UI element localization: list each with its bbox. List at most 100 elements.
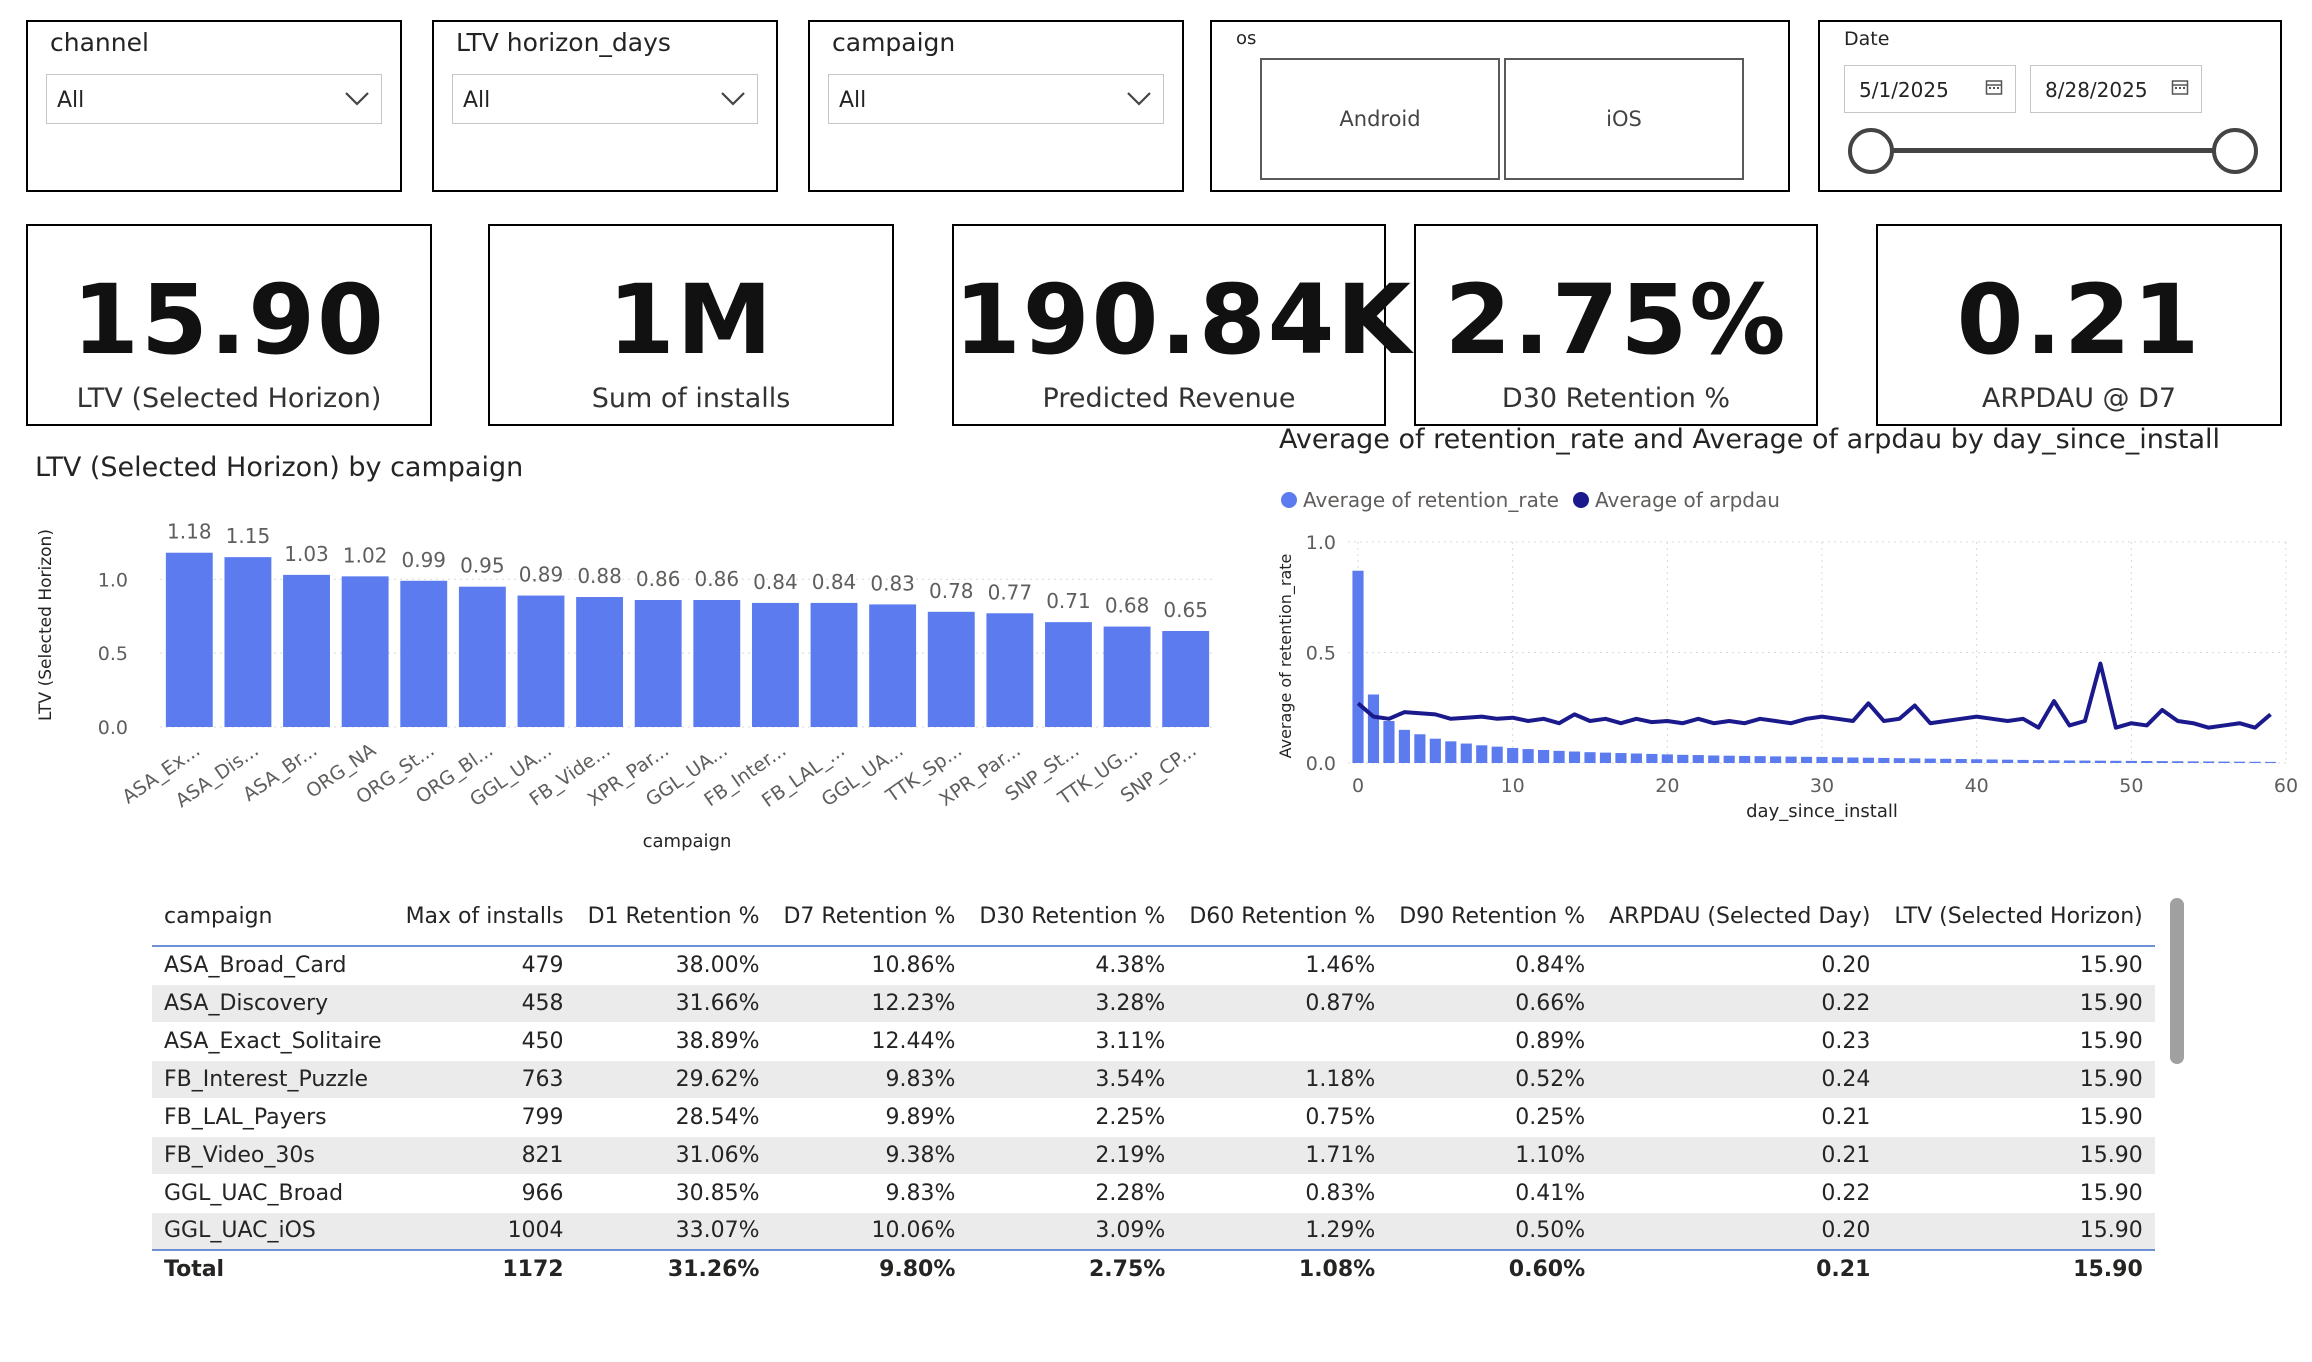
cell-d1: 33.07% xyxy=(575,1212,772,1251)
retention-bar xyxy=(1522,749,1534,763)
date-range-start-handle[interactable] xyxy=(1848,128,1894,174)
date-range-track[interactable] xyxy=(1872,148,2234,153)
column-header-d7[interactable]: D7 Retention % xyxy=(771,888,968,947)
legend-marker-arpdau xyxy=(1572,492,1589,508)
column-header-campaign[interactable]: campaign xyxy=(152,888,394,947)
ltv-by-campaign-chart: 0.00.51.0LTV (Selected Horizon) 1.18ASA_E… xyxy=(36,520,1215,852)
cell-d1: 30.85% xyxy=(575,1174,772,1213)
cell-d60: 1.29% xyxy=(1177,1212,1388,1251)
start-date-input[interactable]: 5/1/2025 xyxy=(1844,65,2016,113)
os-button-android[interactable]: Android xyxy=(1260,58,1500,180)
table-row[interactable]: GGL_UAC_Broad 966 30.85% 9.83% 2.28% 0.83% 0.4… xyxy=(152,1174,2155,1213)
retention-bar xyxy=(2264,761,2277,763)
y-tick-label: 1.0 xyxy=(98,569,128,591)
table-scrollbar[interactable] xyxy=(2170,898,2184,1064)
bar-value-label: 0.84 xyxy=(753,570,798,594)
cell-campaign: ASA_Exact_Solitaire xyxy=(152,1022,394,1061)
x-tick-label: 40 xyxy=(1965,775,1989,797)
kpi-label: LTV (Selected Horizon) xyxy=(76,383,382,414)
x-tick-label: 20 xyxy=(1655,775,1679,797)
column-header-d90[interactable]: D90 Retention % xyxy=(1387,888,1598,947)
ltv-horizon-dropdown[interactable]: All xyxy=(452,74,758,124)
retention-bar xyxy=(1507,747,1519,763)
retention-bar xyxy=(2032,760,2045,763)
bar xyxy=(576,597,624,727)
bar-value-label: 0.89 xyxy=(519,563,564,587)
y-tick-label: 0.5 xyxy=(98,643,128,665)
retention-bar xyxy=(1847,757,1859,763)
retention-bar xyxy=(1955,759,1967,763)
ltv-horizon-slicer-title: LTV horizon_days xyxy=(456,28,671,57)
column-header-ltv[interactable]: LTV (Selected Horizon) xyxy=(1882,888,2155,947)
calendar-icon[interactable] xyxy=(1985,78,2003,96)
bar-value-label: 1.15 xyxy=(226,524,271,548)
column-header-d60[interactable]: D60 Retention % xyxy=(1177,888,1388,947)
kpi-value: 2.75% xyxy=(1444,264,1788,376)
cell-d90: 0.50% xyxy=(1387,1212,1598,1251)
cell-arpdau: 0.22 xyxy=(1597,984,1883,1023)
bar xyxy=(810,602,858,727)
cell-campaign: GGL_UAC_iOS xyxy=(152,1212,394,1251)
cell-arpdau: 0.20 xyxy=(1597,1212,1883,1251)
total-ltv: 15.90 xyxy=(1882,1249,2155,1289)
os-button-ios[interactable]: iOS xyxy=(1504,58,1744,180)
table-row[interactable]: GGL_UAC_iOS 1004 33.07% 10.06% 3.09% 1.29% 0.5… xyxy=(152,1212,2155,1251)
cell-arpdau: 0.20 xyxy=(1597,946,1883,985)
table-row[interactable]: ASA_Discovery 458 31.66% 12.23% 3.28% 0.87% 0.… xyxy=(152,984,2155,1023)
cell-d30: 2.19% xyxy=(967,1136,1178,1175)
cell-d90: 1.10% xyxy=(1387,1136,1598,1175)
retention-bar xyxy=(2187,761,2199,763)
retention-bar xyxy=(1971,759,1983,763)
y-tick-label: 1.0 xyxy=(1306,532,1336,554)
cell-arpdau: 0.21 xyxy=(1597,1136,1883,1175)
table-row[interactable]: FB_LAL_Payers 799 28.54% 9.89% 2.25% 0.75% 0.2… xyxy=(152,1098,2155,1137)
cell-ltv: 15.90 xyxy=(1882,946,2155,985)
table-row[interactable]: ASA_Broad_Card 479 38.00% 10.86% 4.38% 1.46% 0… xyxy=(152,946,2155,985)
retention-bar xyxy=(1692,755,1704,763)
campaign-dropdown[interactable]: All xyxy=(828,74,1164,124)
cell-ltv: 15.90 xyxy=(1882,1174,2155,1213)
total-d1: 31.26% xyxy=(575,1249,772,1289)
retention-bar xyxy=(2048,760,2060,763)
total-d7: 9.80% xyxy=(771,1249,968,1289)
retention-bar xyxy=(2063,760,2076,763)
table-row[interactable]: FB_Video_30s 821 31.06% 9.38% 2.19% 1.71% 1.10… xyxy=(152,1136,2155,1175)
bar xyxy=(517,595,565,727)
date-slicer-title: Date xyxy=(1844,28,1890,50)
bar xyxy=(986,613,1034,727)
cell-d90: 0.84% xyxy=(1387,946,1598,985)
channel-dropdown[interactable]: All xyxy=(46,74,382,124)
bar xyxy=(1045,622,1092,727)
cell-ltv: 15.90 xyxy=(1882,1060,2155,1099)
column-header-arpdau[interactable]: ARPDAU (Selected Day) xyxy=(1597,888,1883,947)
campaign-dropdown-value: All xyxy=(839,88,867,113)
retention-bar xyxy=(1831,757,1844,763)
table-row[interactable]: FB_Interest_Puzzle 763 29.62% 9.83% 3.54% 1.1… xyxy=(152,1060,2155,1099)
kpi-card-d30-retention: 2.75% D30 Retention % xyxy=(1414,224,1818,426)
cell-installs: 799 xyxy=(393,1098,576,1137)
column-header-installs[interactable]: Max of installs xyxy=(393,888,576,947)
bar xyxy=(165,552,213,727)
retention-bar xyxy=(2017,759,2029,763)
column-header-d1[interactable]: D1 Retention % xyxy=(575,888,772,947)
retention-bar xyxy=(1924,758,1936,763)
cell-arpdau: 0.22 xyxy=(1597,1174,1883,1213)
cell-installs: 966 xyxy=(393,1174,576,1213)
cell-d1: 28.54% xyxy=(575,1098,772,1137)
ltv-horizon-slicer: LTV horizon_days All xyxy=(432,20,778,192)
channel-slicer: channel All xyxy=(26,20,402,192)
bar-value-label: 1.02 xyxy=(343,543,388,567)
retention-bar xyxy=(2110,760,2122,763)
retention-bar xyxy=(1476,745,1488,763)
ltv-chart-title: LTV (Selected Horizon) by campaign xyxy=(35,452,524,483)
calendar-icon[interactable] xyxy=(2171,78,2189,96)
column-header-d30[interactable]: D30 Retention % xyxy=(967,888,1178,947)
cell-ltv: 15.90 xyxy=(1882,1136,2155,1175)
end-date-input[interactable]: 8/28/2025 xyxy=(2030,65,2202,113)
date-range-end-handle[interactable] xyxy=(2212,128,2258,174)
retention-bar xyxy=(1816,756,1828,763)
x-axis-label: campaign xyxy=(643,831,732,852)
table-row[interactable]: ASA_Exact_Solitaire 450 38.89% 12.44% 3.11% 0… xyxy=(152,1022,2155,1061)
cell-ltv: 15.90 xyxy=(1882,1098,2155,1137)
kpi-value: 1M xyxy=(607,264,775,376)
